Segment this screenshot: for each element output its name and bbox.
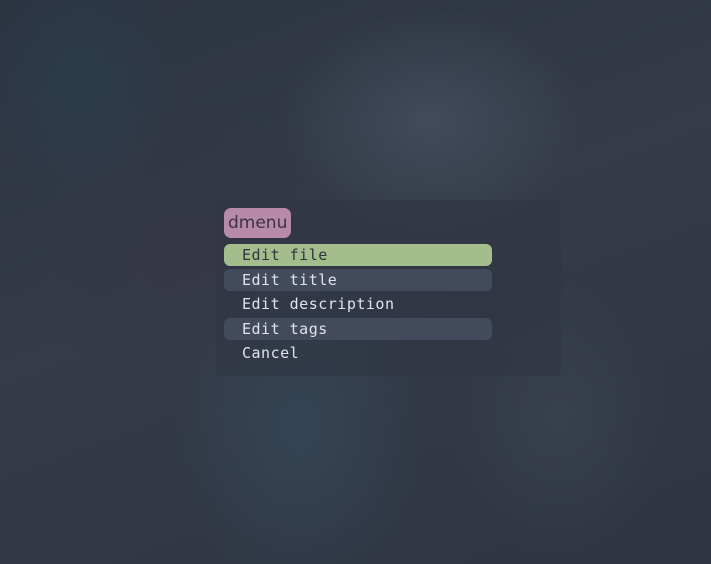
menu-item-edit-file[interactable]: Edit file bbox=[224, 244, 492, 266]
menu-item-edit-title[interactable]: Edit title bbox=[224, 268, 492, 291]
menu-item-edit-description[interactable]: Edit description bbox=[224, 293, 492, 315]
menu-item-cancel[interactable]: Cancel bbox=[224, 342, 492, 364]
dmenu-prompt: dmenu bbox=[224, 208, 292, 238]
menu-item-edit-tags[interactable]: Edit tags bbox=[224, 317, 492, 340]
dmenu-item-list: Edit file Edit title Edit description Ed… bbox=[224, 244, 492, 367]
